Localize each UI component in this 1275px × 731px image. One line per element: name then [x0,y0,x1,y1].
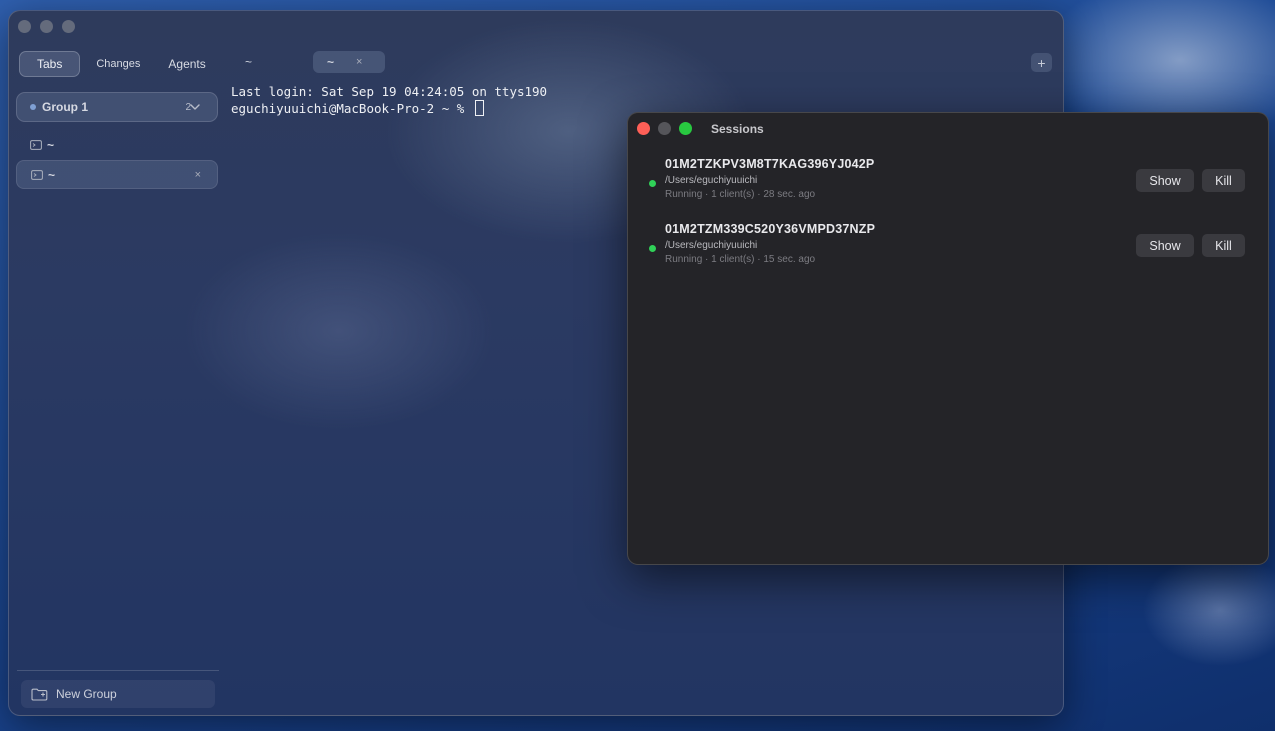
chevron-down-icon[interactable] [189,101,201,113]
close-icon[interactable]: × [356,56,362,68]
add-tab-button[interactable]: + [1031,53,1052,72]
terminal-tab[interactable]: ~ [245,51,252,73]
sidebar-tab-label: ~ [48,167,56,182]
terminal-cursor [474,100,484,116]
terminal-line: Last login: Sat Sep 19 04:24:05 on ttys1… [231,84,548,99]
terminal-prompt-line: eguchiyuuichi@MacBook-Pro-2 ~ % [231,100,547,117]
session-path: /Users/eguchiyuuichi [665,240,758,251]
show-session-button[interactable]: Show [1136,234,1194,257]
sidebar-tab-item-selected[interactable]: ~ × [16,160,218,189]
window-controls [637,122,692,135]
terminal-tab-label: ~ [245,55,253,69]
segment-agents[interactable]: Agents [156,51,217,77]
zoom-window-button[interactable] [679,122,692,135]
minimize-window-button[interactable] [658,122,671,135]
terminal-icon [31,169,43,180]
status-indicator-icon [649,245,656,252]
plus-icon: + [1037,54,1046,71]
new-group-label: New Group [56,687,117,701]
close-icon[interactable]: × [195,169,201,181]
sidebar-tab-label: ~ [47,137,55,152]
minimize-window-button[interactable] [40,20,53,33]
session-id: 01M2TZM339C520Y36VMPD37NZP [665,222,876,236]
kill-session-button[interactable]: Kill [1202,169,1245,192]
terminal-output[interactable]: Last login: Sat Sep 19 04:24:05 on ttys1… [231,83,547,117]
terminal-tab-label: ~ [327,55,335,69]
segment-tabs[interactable]: Tabs [19,51,81,77]
terminal-prompt: eguchiyuuichi@MacBook-Pro-2 ~ % [231,101,472,116]
session-path: /Users/eguchiyuuichi [665,175,758,186]
group-header[interactable]: Group 1 2 [16,92,218,122]
status-indicator-icon [649,180,656,187]
session-row: 01M2TZKPV3M8T7KAG396YJ042P /Users/eguchi… [628,157,1268,213]
zoom-window-button[interactable] [62,20,75,33]
sidebar-tab-item[interactable]: ~ [16,130,218,159]
window-title: Sessions [711,122,764,136]
folder-plus-icon [31,688,48,701]
session-meta: Running · 1 client(s) · 28 sec. ago [665,189,816,200]
sessions-window: Sessions 01M2TZKPV3M8T7KAG396YJ042P /Use… [627,112,1269,565]
close-window-button[interactable] [18,20,31,33]
close-window-button[interactable] [637,122,650,135]
group-name: Group 1 [42,100,89,114]
new-group-button[interactable]: New Group [21,680,215,708]
sidebar-divider [17,670,219,671]
show-session-button[interactable]: Show [1136,169,1194,192]
segment-changes[interactable]: Changes [84,52,152,76]
group-color-dot [30,104,36,110]
session-meta: Running · 1 client(s) · 15 sec. ago [665,254,816,265]
sidebar-segmented-control: Tabs Changes Agents [19,51,218,77]
session-row: 01M2TZM339C520Y36VMPD37NZP /Users/eguchi… [628,222,1268,278]
terminal-icon [30,139,42,150]
window-controls [18,20,75,33]
kill-session-button[interactable]: Kill [1202,234,1245,257]
session-id: 01M2TZKPV3M8T7KAG396YJ042P [665,157,875,171]
terminal-tab-active[interactable]: ~ × [313,51,385,73]
